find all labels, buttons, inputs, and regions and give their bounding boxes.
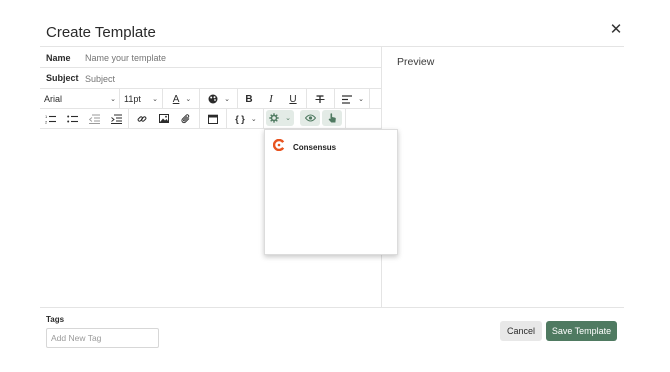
palette-icon bbox=[208, 94, 218, 104]
font-size-select[interactable]: 11pt ⌄ bbox=[124, 91, 158, 107]
close-icon[interactable]: ✕ bbox=[608, 22, 624, 38]
chevron-down-icon: ⌄ bbox=[152, 96, 158, 103]
bold-icon: B bbox=[245, 93, 253, 105]
ordered-list-button[interactable]: 12 bbox=[43, 111, 57, 126]
chevron-down-icon: ⌄ bbox=[358, 96, 364, 103]
image-button[interactable] bbox=[157, 111, 171, 126]
toolbar-separator bbox=[119, 89, 120, 109]
preview-toggle-button[interactable] bbox=[300, 110, 320, 126]
toolbar-separator bbox=[237, 89, 238, 109]
outdent-icon bbox=[88, 114, 100, 124]
divider bbox=[40, 307, 624, 308]
text-color-icon: A bbox=[172, 93, 180, 105]
toolbar-separator bbox=[345, 109, 346, 129]
italic-button[interactable]: I bbox=[264, 91, 278, 107]
bullet-list-icon bbox=[66, 114, 78, 124]
integrations-button[interactable]: ⌄ bbox=[266, 110, 294, 126]
image-icon bbox=[159, 114, 169, 123]
create-template-dialog: Create Template ✕ Name Subject Preview A… bbox=[0, 0, 670, 372]
bold-button[interactable]: B bbox=[242, 91, 256, 107]
preview-label: Preview bbox=[397, 56, 435, 68]
divider bbox=[40, 46, 624, 47]
dropdown-item-label: Consensus bbox=[293, 142, 337, 152]
calendar-button[interactable] bbox=[206, 111, 220, 126]
svg-text:2: 2 bbox=[45, 119, 48, 124]
strikethrough-button[interactable] bbox=[312, 91, 328, 107]
font-family-value: Arial bbox=[44, 94, 63, 104]
align-icon bbox=[342, 94, 353, 104]
save-template-button[interactable]: Save Template bbox=[546, 321, 617, 341]
toolbar-separator bbox=[128, 109, 129, 129]
consensus-logo bbox=[272, 138, 285, 156]
variables-button[interactable]: { } ⌄ bbox=[233, 111, 259, 126]
attachment-button[interactable] bbox=[179, 111, 193, 126]
font-size-value: 11pt bbox=[124, 94, 141, 104]
align-button[interactable]: ⌄ bbox=[340, 91, 366, 107]
tags-label: Tags bbox=[46, 315, 65, 324]
ordered-list-icon: 12 bbox=[45, 114, 56, 124]
toolbar-separator bbox=[199, 89, 200, 109]
divider bbox=[40, 108, 381, 109]
indent-button[interactable] bbox=[109, 111, 123, 126]
link-icon bbox=[137, 114, 147, 124]
dropdown-item-consensus[interactable]: Consensus bbox=[272, 138, 337, 156]
bullet-list-button[interactable] bbox=[65, 111, 79, 126]
integrations-icon bbox=[269, 113, 279, 123]
variables-icon: { } bbox=[235, 113, 245, 124]
link-button[interactable] bbox=[135, 111, 149, 126]
divider bbox=[40, 67, 381, 68]
subject-label: Subject bbox=[46, 73, 79, 83]
divider bbox=[40, 88, 381, 89]
toolbar-separator bbox=[162, 89, 163, 109]
dialog-title: Create Template bbox=[46, 24, 156, 41]
name-input[interactable] bbox=[85, 51, 375, 65]
calendar-icon bbox=[208, 114, 218, 124]
subject-input[interactable] bbox=[85, 72, 375, 86]
eye-icon bbox=[304, 114, 316, 122]
hand-pointer-icon bbox=[328, 113, 337, 123]
tags-input[interactable]: Add New Tag bbox=[46, 328, 159, 348]
toolbar-separator bbox=[334, 89, 335, 109]
palette-button[interactable]: ⌄ bbox=[205, 91, 233, 107]
outdent-button[interactable] bbox=[87, 111, 101, 126]
chevron-down-icon: ⌄ bbox=[224, 96, 230, 103]
click-tracking-button[interactable] bbox=[322, 110, 342, 126]
toolbar-separator bbox=[226, 109, 227, 129]
toolbar-separator bbox=[263, 109, 264, 129]
chevron-down-icon: ⌄ bbox=[285, 115, 291, 122]
chevron-down-icon: ⌄ bbox=[110, 96, 116, 103]
attachment-icon bbox=[181, 113, 191, 124]
underline-button[interactable]: U bbox=[286, 91, 300, 107]
toolbar-separator bbox=[199, 109, 200, 129]
chevron-down-icon: ⌄ bbox=[250, 115, 257, 123]
italic-icon: I bbox=[269, 93, 273, 105]
text-color-button[interactable]: A ⌄ bbox=[168, 91, 196, 107]
toolbar-separator bbox=[369, 89, 370, 109]
name-label: Name bbox=[46, 53, 71, 63]
integrations-dropdown: Consensus bbox=[264, 129, 398, 255]
underline-icon: U bbox=[289, 93, 297, 105]
strikethrough-icon bbox=[315, 94, 325, 104]
toolbar-separator bbox=[306, 89, 307, 109]
font-family-select[interactable]: Arial ⌄ bbox=[44, 91, 116, 107]
cancel-button[interactable]: Cancel bbox=[500, 321, 542, 341]
svg-text:1: 1 bbox=[45, 114, 48, 119]
indent-icon bbox=[110, 114, 122, 124]
chevron-down-icon: ⌄ bbox=[185, 96, 192, 103]
